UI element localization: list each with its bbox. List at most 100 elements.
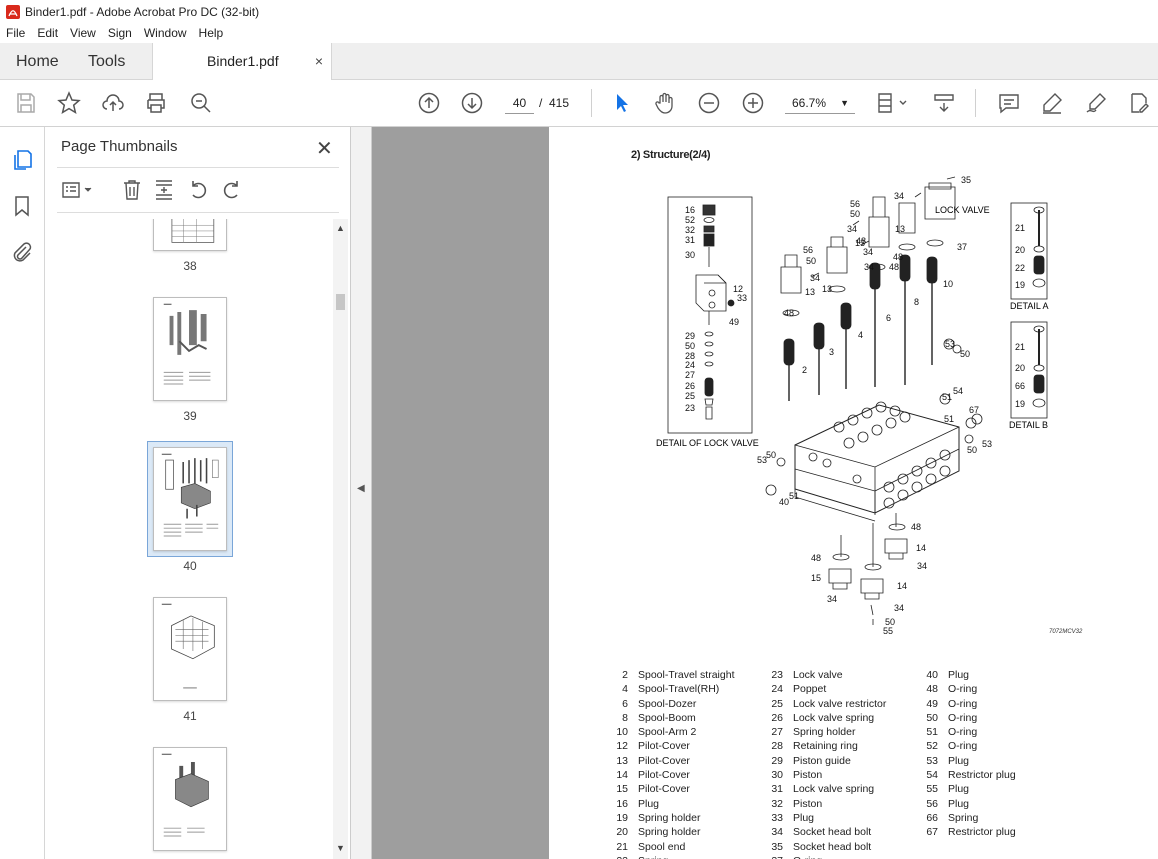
sign-icon[interactable] — [1084, 91, 1108, 115]
select-cursor-icon[interactable] — [610, 91, 634, 115]
scroll-down-icon[interactable]: ▼ — [336, 843, 345, 853]
page-thumbnail-selected[interactable] — [153, 447, 227, 551]
thumbnail-scrollbar[interactable]: ▲ ▼ — [333, 219, 348, 859]
tab-bar: Home Tools Binder1.pdf × — [0, 43, 1158, 80]
part-name: Spring holder — [638, 826, 701, 839]
menu-view[interactable]: View — [64, 26, 102, 40]
part-number: 55 — [926, 783, 938, 796]
part-name: Spool end — [638, 840, 686, 853]
zoom-out-icon[interactable] — [697, 91, 721, 115]
page-number-input[interactable]: 40 — [505, 92, 534, 114]
tab-tools[interactable]: Tools — [88, 43, 125, 80]
collapse-panel-handle[interactable]: ◀ — [350, 127, 372, 859]
callout-number: 13 — [805, 287, 815, 297]
extract-page-icon[interactable] — [153, 178, 175, 202]
thumbnail-label: 38 — [183, 259, 197, 273]
callout-number: 25 — [685, 391, 695, 401]
part-name: Spool-Dozer — [638, 697, 697, 710]
part-number: 29 — [771, 754, 783, 767]
rotate-right-icon[interactable] — [221, 178, 243, 202]
part-name: Spool-Travel(RH) — [638, 683, 720, 696]
comment-icon[interactable] — [997, 91, 1021, 115]
menu-window[interactable]: Window — [138, 26, 193, 40]
parts-list-row: 10 Spool-Arm 2 — [605, 725, 734, 739]
parts-list-row: 16 Plug — [605, 797, 734, 811]
callout-number: 23 — [685, 403, 695, 413]
bookmark-icon[interactable] — [10, 194, 34, 218]
scrollbar-thumb[interactable] — [336, 294, 345, 310]
parts-list-row: 33 Plug — [760, 811, 886, 825]
callout-number: 34 — [847, 224, 857, 234]
part-name: Piston — [793, 769, 823, 782]
menu-edit[interactable]: Edit — [31, 26, 64, 40]
thumbnail-panel: Page Thumbnails ✕ 38 39 40 41 ▲ ▼ — [45, 127, 350, 859]
menu-sign[interactable]: Sign — [102, 26, 138, 40]
part-name: Lock valve restrictor — [793, 697, 887, 710]
scroll-mode-icon[interactable] — [932, 91, 956, 115]
callout-number: 34 — [863, 247, 873, 257]
part-number: 28 — [771, 740, 783, 753]
menu-file[interactable]: File — [0, 26, 31, 40]
zoom-in-icon[interactable] — [741, 91, 765, 115]
thumbnail-label: 41 — [183, 709, 197, 723]
page-thumbnail[interactable] — [153, 747, 227, 851]
parts-list-row: 30 Piston — [760, 768, 886, 782]
parts-list-col1: 2 Spool-Travel straight 4 Spool-Travel(RH) 6… — [605, 668, 734, 859]
attachment-icon[interactable] — [10, 240, 34, 264]
delete-page-icon[interactable] — [121, 178, 143, 202]
share-upload-icon[interactable] — [101, 91, 125, 115]
part-name: Pilot-Cover — [638, 740, 690, 753]
part-number: 50 — [926, 711, 938, 724]
menu-help[interactable]: Help — [193, 26, 230, 40]
next-page-icon[interactable] — [460, 91, 484, 115]
tab-home[interactable]: Home — [16, 43, 59, 80]
zoom-level-select[interactable]: 66.7% ▼ — [785, 92, 855, 114]
parts-list-row: 53 Plug — [915, 754, 1016, 768]
callout-number: 56 — [850, 199, 860, 209]
part-name: Spring — [638, 854, 668, 859]
chevron-down-icon: ▼ — [840, 98, 849, 108]
callout-number: 29 — [685, 331, 695, 341]
callout-number: 40 — [779, 497, 789, 507]
parts-list-row: 27 Spring holder — [760, 725, 886, 739]
zoom-level-value: 66.7% — [792, 96, 827, 110]
save-icon[interactable] — [14, 91, 38, 115]
close-panel-icon[interactable]: ✕ — [316, 136, 333, 161]
tab-document[interactable]: Binder1.pdf × — [152, 43, 332, 80]
callout-number: 48 — [811, 553, 821, 563]
parts-list-row: 54 Restrictor plug — [915, 768, 1016, 782]
callout-number: 34 — [917, 561, 927, 571]
edit-pdf-icon[interactable] — [1127, 91, 1151, 115]
part-name: Lock valve spring — [793, 783, 875, 796]
page-fit-icon[interactable] — [876, 91, 912, 115]
left-rail — [0, 127, 45, 859]
callout-number: 6 — [886, 313, 891, 323]
callout-number: 66 — [1015, 381, 1025, 391]
part-name: Restrictor plug — [948, 769, 1016, 782]
callout-number: 8 — [914, 297, 919, 307]
page-thumbnail[interactable] — [153, 297, 227, 401]
callout-number: 55 — [883, 626, 893, 636]
thumbnail-options-icon[interactable] — [61, 178, 95, 202]
search-zoom-icon[interactable] — [189, 91, 213, 115]
page-thumbnails-icon[interactable] — [10, 148, 34, 172]
previous-page-icon[interactable] — [417, 91, 441, 115]
rotate-left-icon[interactable] — [187, 178, 209, 202]
print-icon[interactable] — [144, 91, 168, 115]
parts-list-row: 31 Lock valve spring — [760, 782, 886, 796]
callout-number: 20 — [1015, 363, 1025, 373]
part-number: 48 — [926, 683, 938, 696]
hand-tool-icon[interactable] — [653, 91, 677, 115]
bookmark-star-icon[interactable] — [57, 91, 81, 115]
highlight-pen-icon[interactable] — [1040, 91, 1064, 115]
page-thumbnail[interactable] — [153, 219, 227, 251]
page-thumbnail[interactable] — [153, 597, 227, 701]
parts-list-row: 23 Lock valve — [760, 668, 886, 682]
close-tab-icon[interactable]: × — [315, 43, 323, 80]
exploded-view-diagram: 1652323130123349295028242726252321202219… — [656, 175, 1049, 636]
part-number: 66 — [926, 811, 938, 824]
scroll-up-icon[interactable]: ▲ — [336, 223, 345, 233]
part-number: 52 — [926, 740, 938, 753]
part-name: Plug — [638, 797, 660, 810]
callout-number: 51 — [789, 491, 799, 501]
